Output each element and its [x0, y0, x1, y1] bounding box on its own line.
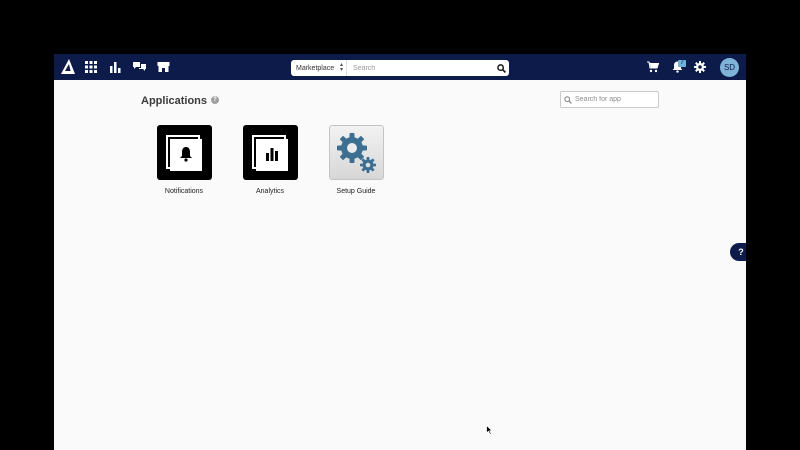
top-navigation-bar: Marketplace ▴▾ 7 SD: [54, 54, 746, 80]
brand-logo-icon[interactable]: [59, 58, 77, 76]
select-arrows-icon: ▴ ▾: [339, 62, 343, 73]
notifications-count-badge: 7: [678, 60, 686, 67]
mouse-cursor-icon: [486, 422, 494, 440]
chat-bubbles-icon[interactable]: [131, 59, 147, 75]
page-title: Applications: [141, 95, 208, 107]
app-label-notifications: Notifications: [164, 188, 204, 195]
app-search-input[interactable]: [575, 96, 655, 103]
floating-help-button[interactable]: ?: [730, 243, 746, 261]
gears-icon: [337, 132, 376, 173]
help-info-icon[interactable]: ?: [211, 96, 219, 104]
app-tile-notifications[interactable]: Notifications: [156, 125, 212, 195]
user-avatar[interactable]: SD: [720, 58, 739, 77]
search-scope-label: Marketplace: [296, 64, 335, 72]
app-label-setup-guide: Setup Guide: [336, 188, 376, 195]
app-tile-analytics[interactable]: Analytics: [242, 125, 298, 195]
analytics-app-icon[interactable]: [242, 125, 298, 180]
app-label-analytics: Analytics: [255, 188, 284, 195]
search-input[interactable]: [347, 60, 493, 76]
global-search: Marketplace ▴ ▾: [291, 60, 509, 76]
gear-icon[interactable]: [692, 59, 708, 75]
apps-grid-icon[interactable]: [83, 59, 99, 75]
notifications-app-icon[interactable]: [156, 125, 212, 180]
app-search-box: [560, 91, 659, 108]
search-icon: [561, 95, 575, 104]
setup-guide-app-icon[interactable]: [328, 125, 384, 180]
app-tile-setup-guide[interactable]: Setup Guide: [328, 125, 384, 195]
search-scope-select[interactable]: Marketplace ▴ ▾: [291, 60, 347, 76]
bar-chart-icon[interactable]: [107, 59, 123, 75]
app-window: Marketplace ▴▾ 7 SD Applications ?: [54, 54, 746, 450]
search-icon[interactable]: [493, 60, 509, 76]
storefront-icon[interactable]: [155, 59, 171, 75]
cart-icon[interactable]: [645, 59, 661, 75]
